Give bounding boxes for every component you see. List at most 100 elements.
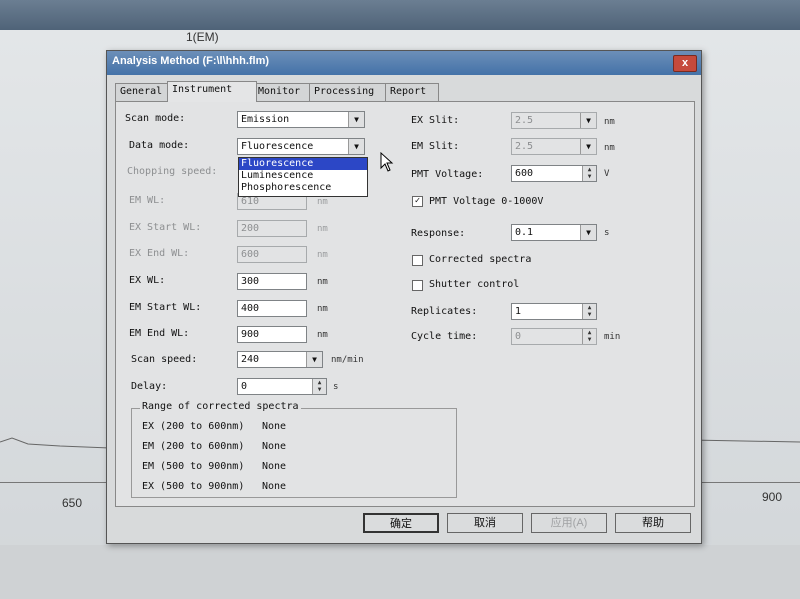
apply-button[interactable]: 应用(A)	[531, 513, 607, 533]
chevron-down-icon[interactable]: ▼	[306, 352, 322, 367]
spin-arrows-icon[interactable]: ▲ ▼	[582, 329, 596, 344]
scan-mode-select[interactable]: Emission ▼	[237, 111, 365, 128]
range-status: None	[262, 421, 287, 432]
tab-general[interactable]: General	[115, 83, 171, 101]
em-end-wl-input[interactable]: 900	[237, 326, 307, 343]
ex-end-wl-unit: nm	[317, 250, 328, 260]
response-label: Response:	[411, 228, 466, 239]
response-value: 0.1	[515, 227, 534, 238]
scan-speed-unit: nm/min	[331, 355, 364, 365]
checkmark-icon: ✓	[414, 196, 421, 206]
pmt-range-label: PMT Voltage 0-1000V	[429, 196, 544, 207]
range-status: None	[262, 481, 287, 492]
spin-arrows-icon[interactable]: ▲ ▼	[582, 304, 596, 319]
range-text: EM (200 to 600nm)	[142, 441, 245, 452]
background-status-area	[0, 545, 800, 599]
cycle-time-input[interactable]: 0 ▲ ▼	[511, 328, 597, 345]
ok-button[interactable]: 确定	[363, 513, 439, 533]
ex-slit-value: 2.5	[515, 115, 534, 126]
tab-report[interactable]: Report	[385, 83, 439, 101]
delay-label: Delay:	[131, 381, 168, 392]
corrected-spectra-checkbox[interactable]	[412, 255, 423, 266]
pmt-range-checkbox[interactable]: ✓	[412, 196, 423, 207]
tab-monitor[interactable]: Monitor	[253, 83, 313, 101]
data-mode-dropdown: Fluorescence Luminescence Phosphorescenc…	[238, 157, 368, 197]
ex-wl-label: EX WL:	[129, 275, 166, 286]
em-wl-label: EM WL:	[129, 195, 166, 206]
em-start-wl-unit: nm	[317, 304, 328, 314]
range-row: EM (500 to 900nm) None	[142, 461, 286, 472]
ex-slit-unit: nm	[604, 117, 615, 127]
data-mode-label: Data mode:	[129, 140, 190, 151]
delay-value: 0	[241, 381, 248, 392]
chevron-down-icon[interactable]: ▼	[348, 112, 364, 127]
data-mode-select[interactable]: Fluorescence ▼	[237, 138, 365, 155]
chevron-down-icon[interactable]: ▼	[580, 225, 596, 240]
em-slit-label: EM Slit:	[411, 141, 460, 152]
help-button[interactable]: 帮助	[615, 513, 691, 533]
spectrum-line-right	[690, 439, 800, 443]
scan-mode-label: Scan mode:	[125, 113, 186, 124]
tab-instrument[interactable]: Instrument	[167, 81, 257, 102]
cycle-time-label: Cycle time:	[411, 331, 478, 342]
shutter-control-label: Shutter control	[429, 279, 520, 290]
cycle-time-unit: min	[604, 332, 621, 342]
em-wl-unit: nm	[317, 197, 328, 207]
range-text: EX (500 to 900nm)	[142, 481, 245, 492]
scan-speed-select[interactable]: 240 ▼	[237, 351, 323, 368]
option-phosphorescence[interactable]: Phosphorescence	[239, 182, 367, 194]
em-end-wl-label: EM End WL:	[129, 328, 190, 339]
cancel-button[interactable]: 取消	[447, 513, 523, 533]
response-select[interactable]: 0.1 ▼	[511, 224, 597, 241]
spin-arrows-icon[interactable]: ▲ ▼	[582, 166, 596, 181]
range-row: EX (500 to 900nm) None	[142, 481, 286, 492]
tab-processing[interactable]: Processing	[309, 83, 387, 101]
ex-start-wl-input[interactable]: 200	[237, 220, 307, 237]
em-slit-select[interactable]: 2.5 ▼	[511, 138, 597, 155]
dialog-titlebar[interactable]: Analysis Method (F:\l\hhh.flm) x	[107, 51, 701, 75]
plot-title: 1(EM)	[186, 30, 219, 44]
dialog-title: Analysis Method (F:\l\hhh.flm)	[112, 55, 270, 67]
response-unit: s	[604, 228, 610, 238]
range-of-corrected-spectra-group: Range of corrected spectra EX (200 to 60…	[131, 401, 457, 498]
em-start-wl-input[interactable]: 400	[237, 300, 307, 317]
option-fluorescence[interactable]: Fluorescence	[239, 158, 367, 170]
ex-wl-input[interactable]: 300	[237, 273, 307, 290]
range-text: EM (500 to 900nm)	[142, 461, 245, 472]
cycle-time-value: 0	[515, 331, 522, 342]
ex-end-wl-label: EX End WL:	[129, 248, 190, 259]
ex-end-wl-input[interactable]: 600	[237, 246, 307, 263]
replicates-value: 1	[515, 306, 522, 317]
chevron-down-icon[interactable]: ▼	[348, 139, 364, 154]
replicates-input[interactable]: 1 ▲ ▼	[511, 303, 597, 320]
scan-speed-label: Scan speed:	[131, 354, 198, 365]
ex-start-wl-unit: nm	[317, 224, 328, 234]
group-title: Range of corrected spectra	[140, 401, 301, 412]
pmt-voltage-value: 600	[515, 168, 534, 179]
shutter-control-checkbox[interactable]	[412, 280, 423, 291]
chopping-speed-label: Chopping speed:	[127, 166, 218, 177]
em-slit-unit: nm	[604, 143, 615, 153]
ex-slit-select[interactable]: 2.5 ▼	[511, 112, 597, 129]
pmt-voltage-input[interactable]: 600 ▲ ▼	[511, 165, 597, 182]
em-end-wl-unit: nm	[317, 330, 328, 340]
close-icon: x	[681, 57, 689, 69]
corrected-spectra-label: Corrected spectra	[429, 254, 532, 265]
delay-unit: s	[333, 382, 339, 392]
ex-slit-label: EX Slit:	[411, 115, 460, 126]
scan-mode-value: Emission	[241, 114, 290, 125]
chevron-down-icon[interactable]: ▼	[580, 139, 596, 154]
ex-start-wl-label: EX Start WL:	[129, 222, 202, 233]
x-tick-650: 650	[62, 496, 83, 510]
replicates-label: Replicates:	[411, 306, 478, 317]
background-window-bar	[0, 0, 800, 30]
spin-arrows-icon[interactable]: ▲ ▼	[312, 379, 326, 394]
chevron-down-icon[interactable]: ▼	[580, 113, 596, 128]
em-slit-value: 2.5	[515, 141, 534, 152]
close-button[interactable]: x	[673, 55, 697, 72]
spectrum-line	[0, 437, 110, 449]
range-status: None	[262, 461, 287, 472]
delay-input[interactable]: 0 ▲ ▼	[237, 378, 327, 395]
data-mode-value: Fluorescence	[241, 141, 314, 152]
option-luminescence[interactable]: Luminescence	[239, 170, 367, 182]
